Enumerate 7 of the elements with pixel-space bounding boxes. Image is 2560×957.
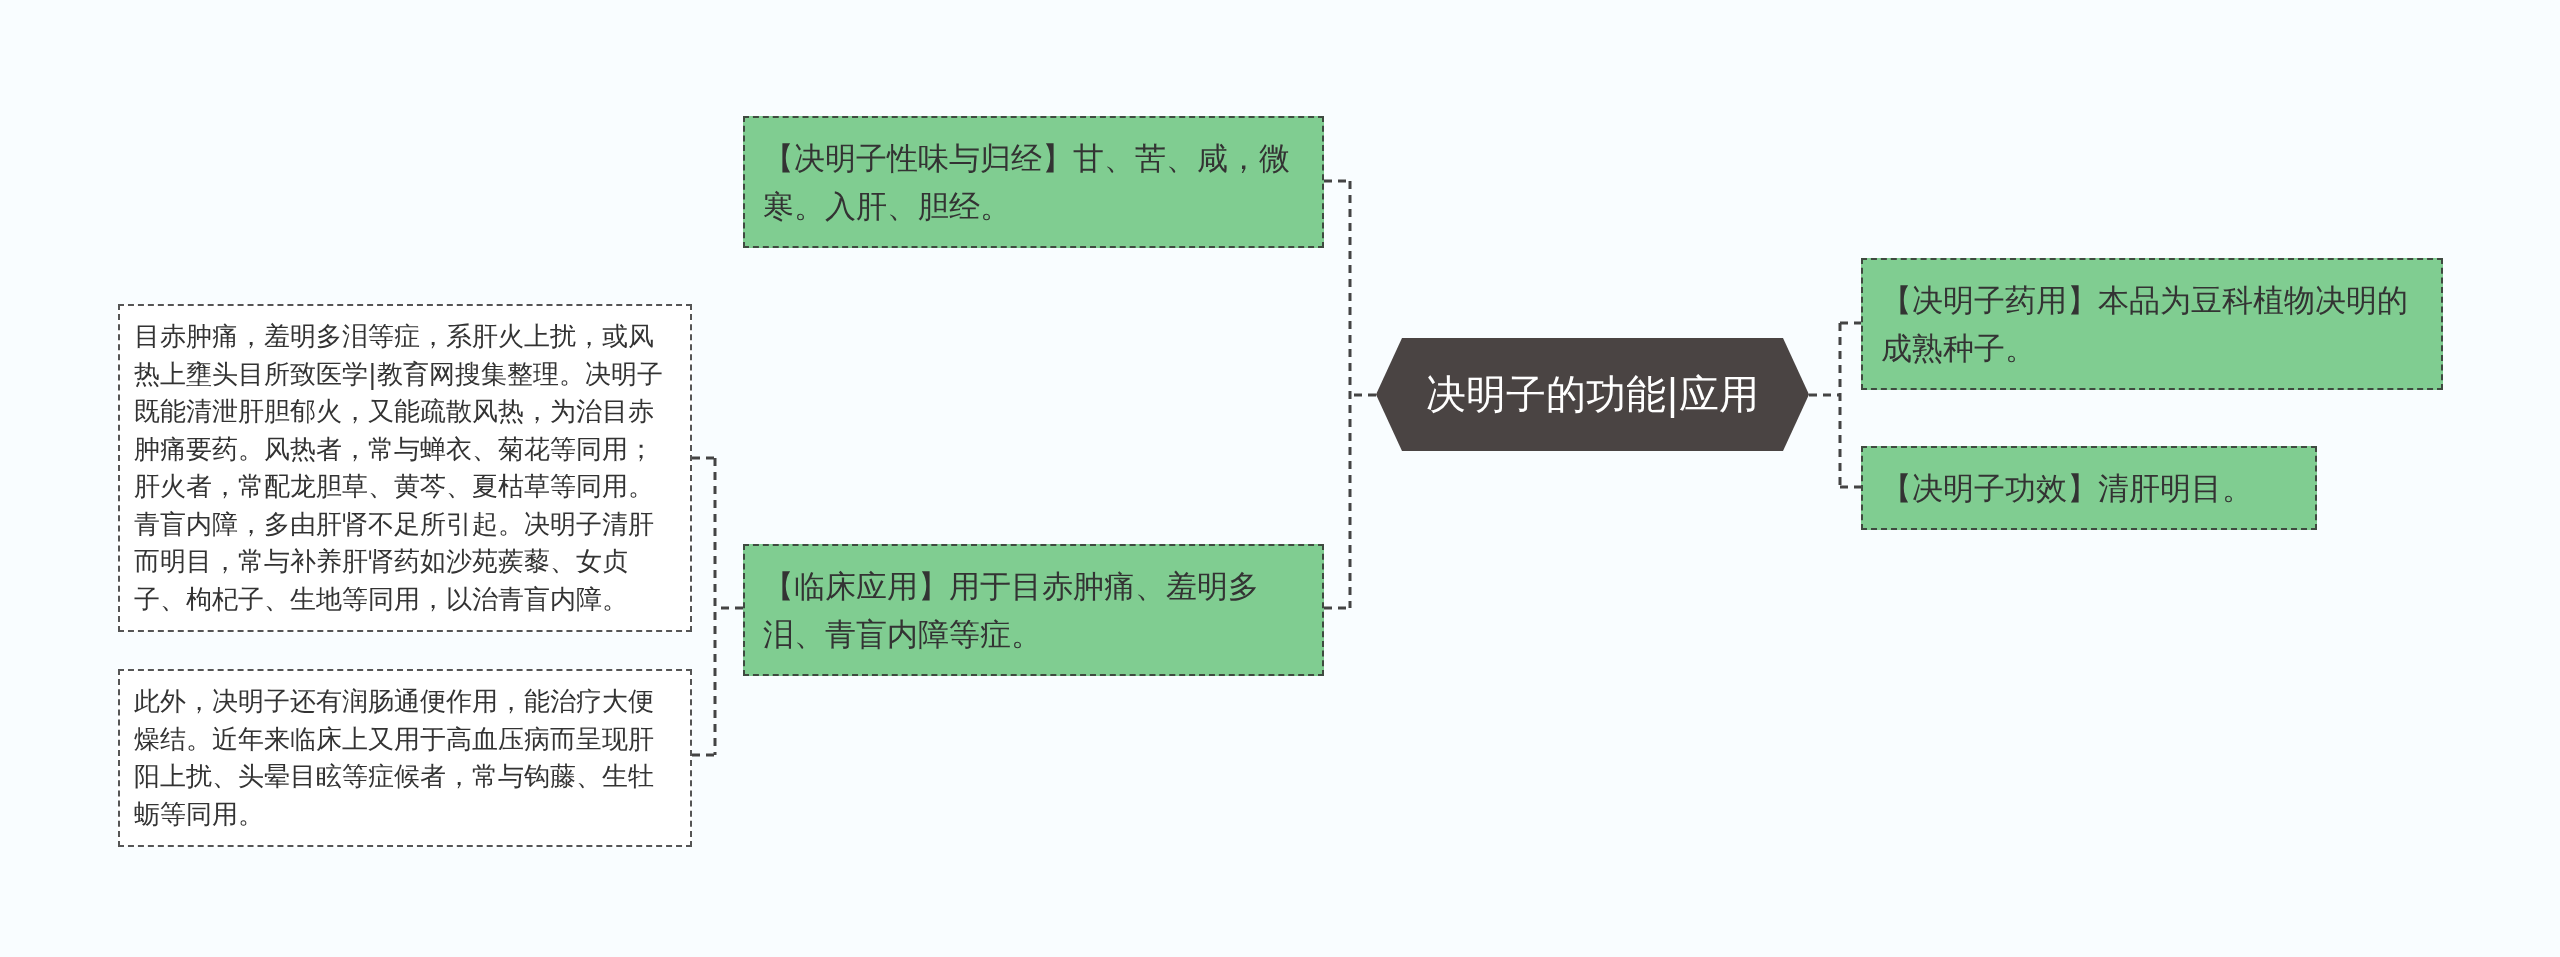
root-topic: 决明子的功能|应用 [1376, 338, 1809, 451]
subtopic-node: 此外，决明子还有润肠通便作用，能治疗大便燥结。近年来临床上又用于高血压病而呈现肝阳上扰、头晕目眩等症候者，常与钩藤、生牡蛎等同用。 [118, 669, 692, 847]
topic-node: 【决明子药用】本品为豆科植物决明的成熟种子。 [1861, 258, 2443, 390]
topic-node: 【决明子功效】清肝明目。 [1861, 446, 2317, 530]
subtopic-node: 目赤肿痛，羞明多泪等症，系肝火上扰，或风热上壅头目所致医学|教育网搜集整理。决明子既能清泄肝胆郁火，又能疏散风热，为治目赤肿痛要药。风热者，常与蝉衣、菊花等同用；肝火者，常配龙胆草、黄芩、夏枯草等同用。青盲内障，多由肝肾不足所引起。决明子清肝而明目，常与补养肝肾药如沙苑蒺藜、女贞子、枸杞子、生地等同用，以治青盲内障。 [118, 304, 692, 632]
topic-node: 【决明子性味与归经】甘、苦、咸，微寒。入肝、胆经。 [743, 116, 1324, 248]
topic-node: 【临床应用】用于目赤肿痛、羞明多泪、青盲内障等症。 [743, 544, 1324, 676]
